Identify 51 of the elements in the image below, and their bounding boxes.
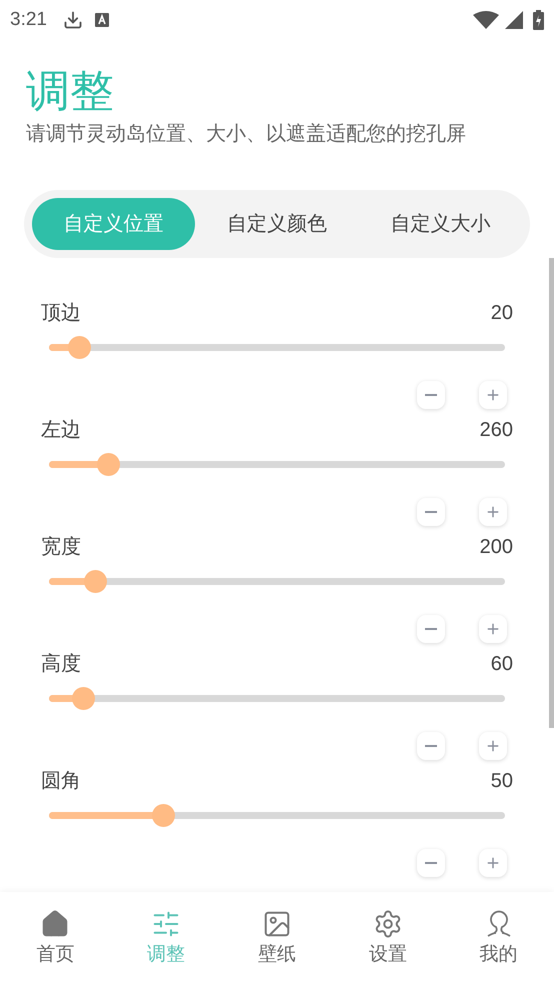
slider-value: 200 [480,535,513,560]
plus-icon [485,387,501,403]
decrease-button[interactable] [417,498,445,526]
plus-icon [485,621,501,637]
increase-button[interactable] [479,615,507,643]
tab[interactable]: 自定义颜色 [195,198,359,250]
nav-item[interactable]: 首页 [0,892,111,984]
minus-icon [425,628,437,630]
wifi-icon [473,11,499,29]
slider-label: 顶边 [41,301,81,326]
increase-button[interactable] [479,498,507,526]
slider-thumb[interactable] [68,336,92,359]
slider-thumb[interactable] [152,804,175,827]
slider-value: 260 [480,418,513,443]
slider-label: 左边 [41,418,81,443]
plus-icon [485,855,501,871]
page-title: 调整 [26,66,115,118]
plus-icon [485,504,501,520]
nav-item[interactable]: 我的 [443,892,554,984]
image-icon [262,909,292,939]
signal-icon [505,11,523,29]
slider-label: 圆角 [41,769,81,794]
minus-icon [425,862,437,864]
nav-item[interactable]: 设置 [332,892,444,984]
download-icon [62,10,83,30]
slider-value: 20 [490,301,513,326]
decrease-button[interactable] [417,615,445,643]
slider-thumb[interactable] [97,453,120,476]
nav-item[interactable]: 壁纸 [222,892,332,984]
status-time: 3:21 [10,8,47,32]
slider-thumb[interactable] [84,570,107,593]
slider-value: 50 [490,769,513,794]
increase-button[interactable] [479,732,507,760]
slider-label: 高度 [41,652,81,677]
minus-icon [425,511,437,513]
slider-thumb[interactable] [72,687,96,710]
page-subtitle: 请调节灵动岛位置、大小、以遮盖适配您的挖孔屏 [26,122,467,147]
minus-icon [425,394,437,396]
slider-value: 60 [490,652,513,677]
plus-icon [485,738,501,754]
home-icon [40,909,70,939]
minus-icon [425,745,437,747]
increase-button[interactable] [479,849,507,877]
decrease-button[interactable] [417,381,445,409]
battery-charging-icon [533,10,544,30]
increase-button[interactable] [479,381,507,409]
decrease-button[interactable] [417,732,445,760]
decrease-button[interactable] [417,849,445,877]
tab[interactable]: 自定义大小 [358,198,522,250]
keyboard-app-icon [94,13,109,27]
slider-label: 宽度 [41,535,81,560]
